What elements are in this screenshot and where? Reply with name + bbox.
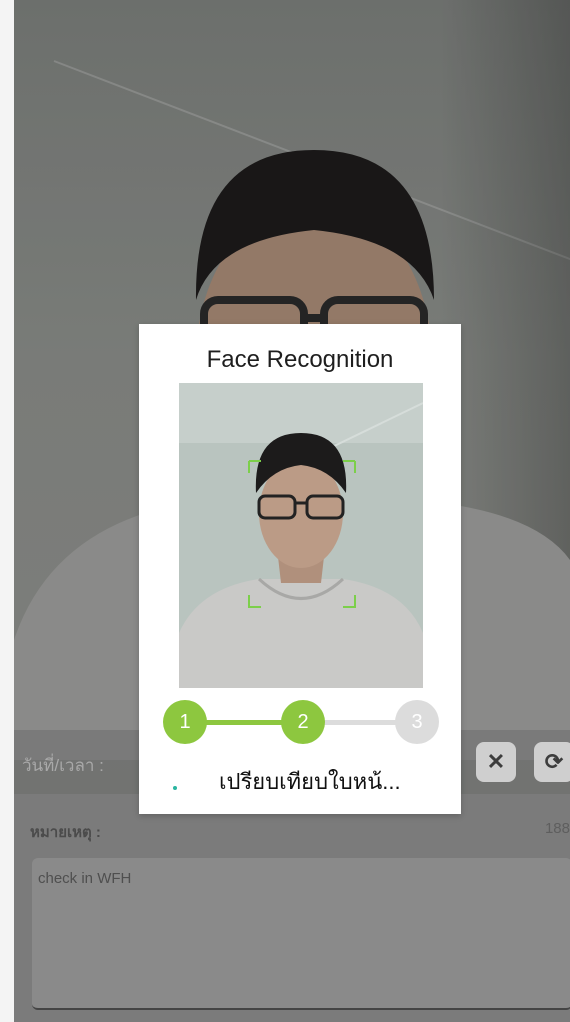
close-icon: ✕ [486,749,506,774]
progress-stepper: 1 2 3 [163,700,441,744]
step-1: 1 [163,700,207,744]
clear-button[interactable]: ✕ [476,742,516,782]
note-section: หมายเหตุ : 188 check in WFH [14,794,570,1022]
loading-spinner [173,786,177,790]
step-3: 3 [395,700,439,744]
face-recognition-dialog: Face Recognition 1 2 3 เปรียบเทียบใบหน้.… [139,324,461,814]
captured-face-photo [179,383,423,688]
note-label: หมายเหตุ : [30,824,101,841]
refresh-button[interactable]: ⟳ [534,742,570,782]
note-input[interactable]: check in WFH [32,858,570,1010]
refresh-icon: ⟳ [544,749,564,774]
note-value: check in WFH [38,870,132,887]
left-gutter [0,0,14,1022]
note-char-count: 188 [544,820,570,837]
dialog-title: Face Recognition [206,346,394,373]
date-label: วันที่/เวลา : [22,756,104,775]
status-text: เปรียบเทียบใบหน้... [219,769,401,794]
step-2: 2 [281,700,325,744]
